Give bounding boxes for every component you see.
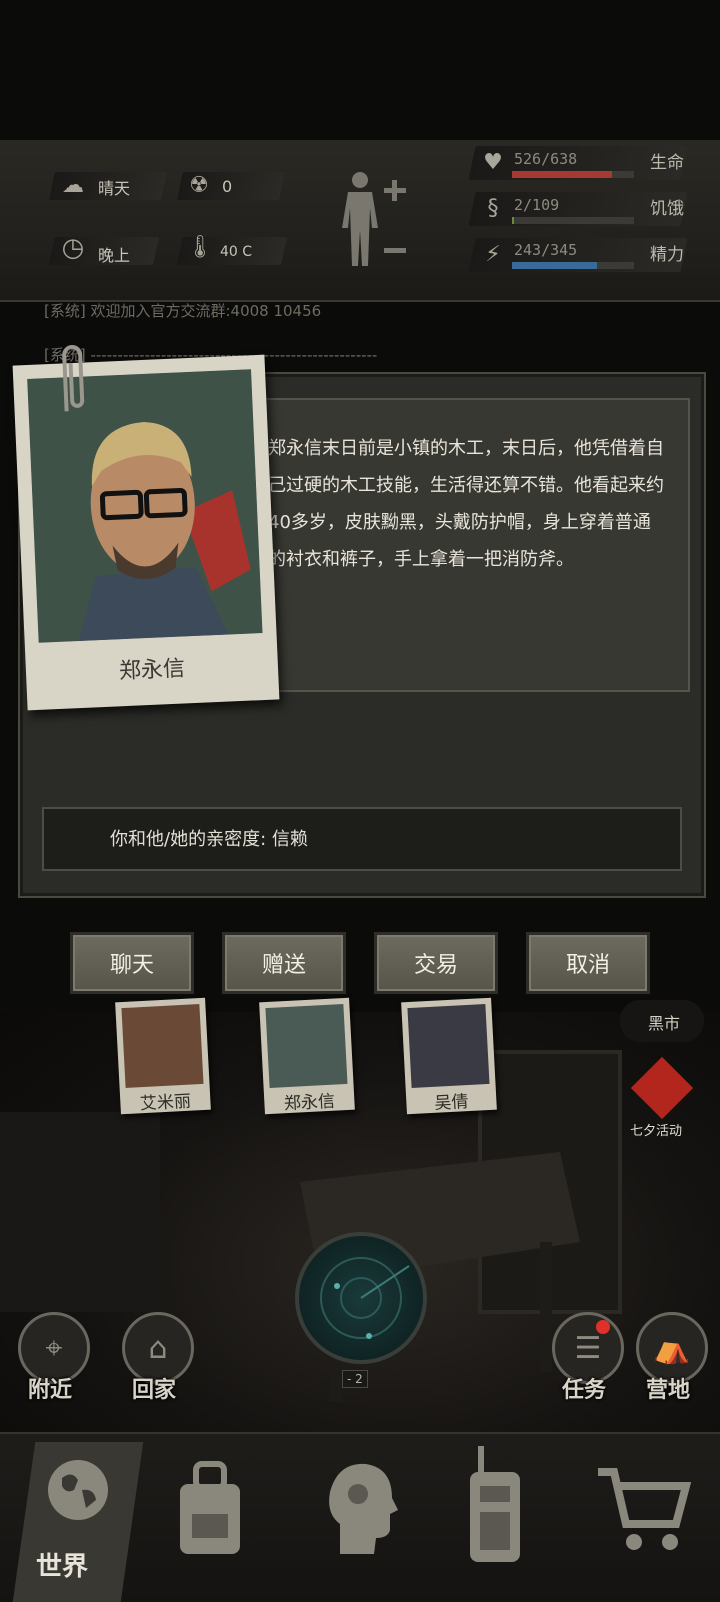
heart-pulse-icon: ♥ bbox=[483, 150, 503, 175]
radar-button[interactable] bbox=[295, 1232, 427, 1364]
event-label: 七夕活动 bbox=[630, 1124, 683, 1139]
paperclip-icon bbox=[62, 345, 85, 412]
npc-portrait-name: 郑永信 bbox=[118, 656, 186, 685]
character-name: 郑永信 bbox=[283, 1091, 336, 1115]
npc-portrait-photo: 郑永信 bbox=[12, 345, 280, 711]
hunger-label: 饥饿 bbox=[650, 199, 684, 219]
home-label: 回家 bbox=[132, 1378, 177, 1403]
task-list-icon: ☰ bbox=[574, 1330, 602, 1366]
bottom-nav: 世界 bbox=[0, 1432, 720, 1602]
stomach-icon: § bbox=[487, 196, 499, 221]
energy-label: 精力 bbox=[650, 245, 684, 265]
radar-level: - 2 bbox=[342, 1370, 368, 1388]
time-of-day-text: 晚上 bbox=[98, 246, 131, 265]
house-icon: ⌂ bbox=[148, 1330, 168, 1366]
tent-icon: ⛺ bbox=[653, 1330, 691, 1366]
radiation-value: 0 bbox=[222, 177, 233, 196]
hunger-bar bbox=[512, 217, 634, 224]
globe-icon bbox=[48, 1460, 108, 1520]
weather-text: 晴天 bbox=[98, 179, 131, 198]
temperature-value: 40 C bbox=[220, 244, 253, 260]
head-energy-icon: ⚡ bbox=[485, 242, 501, 267]
backpack-icon[interactable] bbox=[160, 1454, 260, 1579]
radiation-icon: ☢ bbox=[189, 173, 209, 198]
character-name: 艾米丽 bbox=[139, 1091, 192, 1115]
clock-icon: ◷ bbox=[61, 233, 85, 263]
character-name: 吴倩 bbox=[433, 1092, 469, 1114]
gift-button[interactable]: 赠送 bbox=[222, 932, 346, 994]
nearby-label: 附近 bbox=[28, 1378, 73, 1403]
trade-button[interactable]: 交易 bbox=[374, 932, 498, 994]
hunger-bar-fill bbox=[512, 217, 515, 224]
black-market-label: 黑市 bbox=[648, 1014, 681, 1033]
health-bar bbox=[512, 171, 634, 178]
camp-label: 营地 bbox=[646, 1378, 691, 1403]
cancel-button[interactable]: 取消 bbox=[526, 932, 650, 994]
tasks-label: 任务 bbox=[562, 1378, 607, 1403]
hunger-value: 2/109 bbox=[514, 196, 560, 214]
location-pin-icon: ⌖ bbox=[45, 1330, 63, 1366]
notification-dot bbox=[596, 1320, 610, 1334]
status-bar: ☁ 晴天 ☢ 0 ◷ 晚上 🌡 40 C ♥ 526/638 生命 § 2/10… bbox=[0, 140, 720, 302]
health-value: 526/638 bbox=[514, 150, 578, 168]
npc-description: 郑永信末日前是小镇的木工，末日后，他凭借着自己过硬的木工技能，生活得还算不错。他… bbox=[268, 438, 664, 570]
human-body-icon bbox=[342, 172, 406, 266]
body-status-button[interactable] bbox=[340, 168, 410, 272]
world-label: 世界 bbox=[36, 1552, 89, 1582]
character-card[interactable]: 郑永信 bbox=[259, 997, 355, 1115]
affinity-text: 你和他/她的亲密度: 信赖 bbox=[110, 829, 308, 850]
energy-bar bbox=[512, 262, 634, 269]
character-portrait bbox=[265, 1004, 348, 1088]
walkie-talkie-icon[interactable] bbox=[446, 1442, 546, 1587]
health-bar-fill bbox=[512, 171, 613, 178]
energy-value: 243/345 bbox=[514, 241, 578, 259]
radar-icon bbox=[320, 1257, 410, 1339]
cart-icon[interactable] bbox=[592, 1458, 692, 1573]
chat-button[interactable]: 聊天 bbox=[70, 932, 194, 994]
character-card[interactable]: 吴倩 bbox=[401, 997, 497, 1115]
character-card[interactable]: 艾米丽 bbox=[115, 997, 211, 1115]
chat-line-1: [系统] 欢迎加入官方交流群:4008 10456 bbox=[44, 302, 322, 320]
energy-bar-fill bbox=[512, 262, 598, 269]
character-portrait bbox=[407, 1004, 490, 1088]
cloud-sun-icon: ☁ bbox=[62, 173, 84, 198]
thermometer-icon: 🌡 bbox=[186, 235, 214, 260]
character-portrait bbox=[121, 1004, 204, 1088]
skills-head-icon[interactable] bbox=[310, 1454, 410, 1579]
health-label: 生命 bbox=[650, 153, 684, 173]
